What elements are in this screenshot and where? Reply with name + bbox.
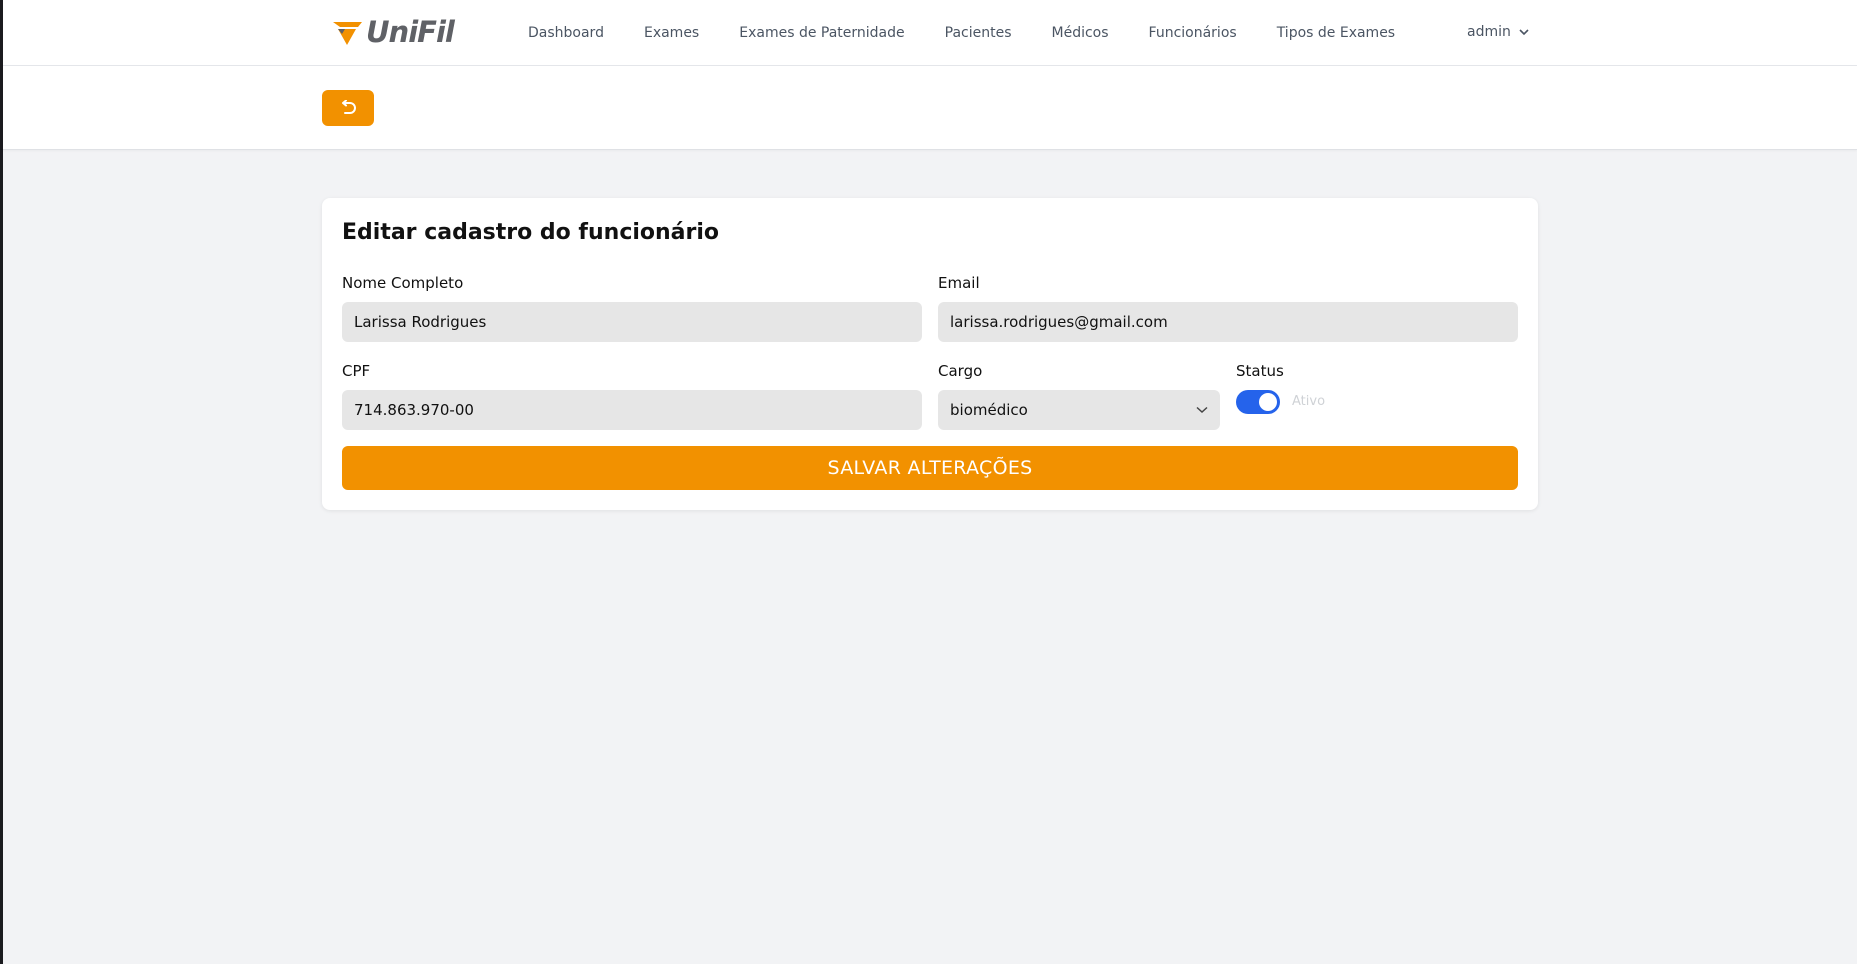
edit-employee-card: Editar cadastro do funcionário Nome Comp… — [322, 198, 1538, 510]
chevron-down-icon — [1196, 406, 1208, 414]
unifil-logo[interactable]: UniFil — [332, 14, 455, 50]
status-text: Ativo — [1292, 394, 1326, 409]
action-bar — [3, 66, 1857, 150]
save-button[interactable]: SALVAR ALTERAÇÕES — [342, 446, 1518, 490]
main-nav: Dashboard Exames Exames de Paternidade P… — [528, 0, 1435, 65]
unifil-logo-mark-icon — [333, 22, 362, 45]
cargo-selected-value: biomédico — [950, 401, 1028, 419]
cargo-select[interactable]: biomédico — [938, 390, 1220, 430]
page-title: Editar cadastro do funcionário — [342, 220, 720, 245]
nav-item-dashboard[interactable]: Dashboard — [528, 25, 604, 41]
status-label: Status — [1236, 362, 1284, 380]
back-button[interactable] — [322, 90, 374, 126]
nome-label: Nome Completo — [342, 274, 464, 292]
email-input[interactable] — [938, 302, 1518, 342]
nav-item-tipos-de-exames[interactable]: Tipos de Exames — [1277, 25, 1395, 41]
undo-arrow-icon — [342, 100, 356, 114]
chevron-down-icon — [1519, 24, 1529, 40]
cpf-label: CPF — [342, 362, 371, 380]
top-navbar: UniFil Dashboard Exames Exames de Patern… — [3, 0, 1857, 66]
nav-item-medicos[interactable]: Médicos — [1052, 25, 1109, 41]
nav-item-funcionarios[interactable]: Funcionários — [1149, 25, 1237, 41]
status-toggle[interactable] — [1236, 390, 1280, 414]
user-menu[interactable]: admin — [1467, 24, 1529, 40]
cpf-input[interactable] — [342, 390, 922, 430]
nav-item-exames-de-paternidade[interactable]: Exames de Paternidade — [739, 25, 904, 41]
nav-item-exames[interactable]: Exames — [644, 25, 699, 41]
nome-input[interactable] — [342, 302, 922, 342]
toggle-knob — [1259, 393, 1277, 411]
nav-item-pacientes[interactable]: Pacientes — [945, 25, 1012, 41]
brand-name: UniFil — [366, 15, 455, 49]
user-menu-label: admin — [1467, 24, 1511, 40]
email-label: Email — [938, 274, 980, 292]
cargo-label: Cargo — [938, 362, 983, 380]
